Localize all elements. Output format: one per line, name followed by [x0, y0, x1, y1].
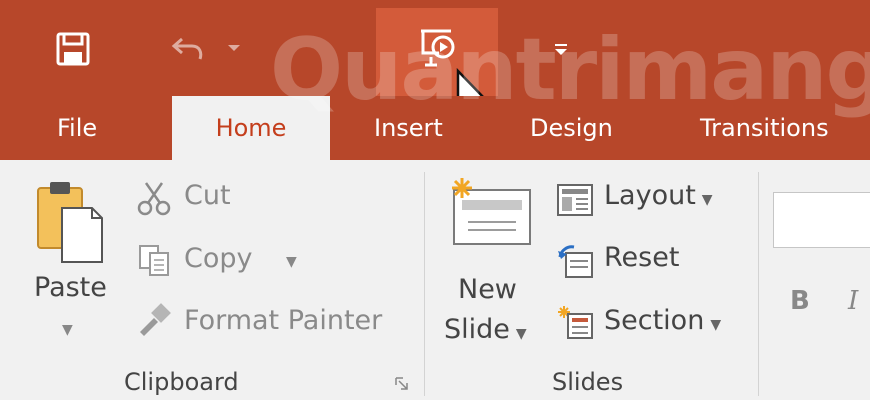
clipboard-group-label: Clipboard	[124, 368, 239, 396]
paste-icon[interactable]	[34, 178, 106, 264]
layout-button[interactable]: Layout ▼	[604, 180, 713, 211]
italic-button[interactable]: I	[848, 286, 858, 316]
layout-label: Layout	[604, 180, 696, 211]
tab-insert[interactable]: Insert	[374, 96, 443, 160]
copy-icon[interactable]	[134, 240, 174, 280]
layout-dropdown-caret-icon[interactable]: ▼	[702, 192, 713, 208]
format-painter-icon[interactable]	[134, 300, 174, 340]
dialog-launcher-icon[interactable]	[392, 374, 412, 394]
new-slide-dropdown-caret-icon[interactable]: ▼	[516, 326, 527, 342]
tab-design[interactable]: Design	[530, 96, 613, 160]
cut-icon[interactable]	[134, 178, 174, 218]
customize-qat-icon[interactable]	[546, 34, 576, 64]
format-painter-button-label[interactable]: Format Painter	[184, 305, 382, 336]
slides-group-label: Slides	[552, 368, 624, 396]
reset-icon[interactable]	[554, 242, 596, 282]
layout-icon[interactable]	[554, 180, 596, 220]
reset-button-label[interactable]: Reset	[604, 242, 679, 273]
paste-dropdown-caret-icon[interactable]: ▼	[62, 322, 73, 338]
new-slide-label-line1[interactable]: New	[458, 274, 517, 305]
copy-dropdown-caret-icon[interactable]: ▼	[286, 254, 297, 270]
group-divider	[758, 172, 759, 396]
copy-button-label[interactable]: Copy	[184, 243, 253, 274]
tab-file[interactable]: File	[57, 96, 97, 160]
paste-button-label[interactable]: Paste	[34, 272, 107, 303]
section-icon[interactable]	[554, 302, 596, 342]
section-dropdown-caret-icon[interactable]: ▼	[710, 317, 721, 333]
group-divider	[424, 172, 425, 396]
new-slide-label: Slide	[444, 314, 510, 345]
new-slide-icon[interactable]	[448, 176, 534, 248]
cut-button-label[interactable]: Cut	[184, 180, 231, 211]
undo-icon[interactable]	[160, 26, 250, 72]
section-button[interactable]: Section ▼	[604, 305, 721, 336]
ribbon-home-panel	[0, 160, 870, 400]
tab-home[interactable]: Home	[172, 96, 330, 160]
new-slide-label-line2[interactable]: Slide ▼	[444, 314, 527, 345]
bold-button[interactable]: B	[790, 286, 810, 316]
font-name-combobox[interactable]	[773, 192, 870, 248]
tab-transitions[interactable]: Transitions	[700, 96, 829, 160]
section-label: Section	[604, 305, 705, 336]
save-icon[interactable]	[48, 24, 98, 74]
start-from-beginning-icon[interactable]	[412, 22, 462, 72]
